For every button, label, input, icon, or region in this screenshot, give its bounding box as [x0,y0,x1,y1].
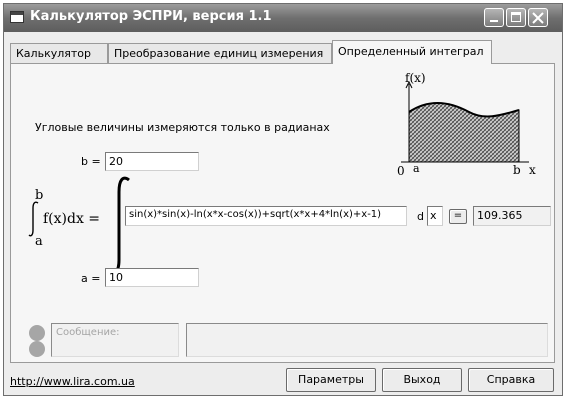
graph-b-mark: b [513,163,521,177]
help-button[interactable]: Справка [468,368,554,392]
graph-y-label: f(x) [405,71,426,85]
a-input[interactable]: 10 [105,268,199,287]
close-icon [532,12,544,24]
message-output-box [186,323,548,357]
graph-origin: 0 [397,164,405,178]
calculate-button[interactable]: = [449,209,467,224]
tab-definite-integral[interactable]: Определенный интеграл [332,40,492,64]
b-label: b = [81,155,101,168]
app-window: Калькулятор ЭСПРИ, версия 1.1 Калькулято… [3,3,563,396]
close-button[interactable] [528,8,548,27]
exit-button[interactable]: Выход [382,368,462,392]
shaded-area [408,102,520,163]
a-label: a = [81,272,101,285]
parameters-button[interactable]: Параметры [286,368,376,392]
graph-x-label: x [529,163,536,177]
tab-calculator[interactable]: Калькулятор [10,43,108,63]
website-link[interactable]: http://www.lira.com.ua [10,375,135,388]
integral-panel: Угловые величины измеряются только в рад… [10,63,555,363]
variable-input[interactable]: x [427,206,443,226]
minimize-button[interactable] [484,8,504,27]
minimize-icon [490,20,498,22]
radians-note: Угловые величины измеряются только в рад… [35,121,330,134]
status-led-bottom [29,341,45,357]
integral-lower-limit: a [35,234,43,249]
tab-unit-conversion[interactable]: Преобразование единиц измерения [108,43,332,63]
result-field: 109.365 [473,206,551,226]
small-integral-sign [28,201,39,237]
expression-input[interactable]: sin(x)*sin(x)-ln(x*x-cos(x))+sqrt(x*x+4*… [125,206,407,226]
integral-lhs: f(x)dx = [43,211,101,227]
maximize-button[interactable] [506,8,526,27]
b-input[interactable]: 20 [105,152,199,171]
status-led-top [29,325,45,341]
integral-graph: f(x) 0 a b x [397,71,536,178]
title-bar[interactable]: Калькулятор ЭСПРИ, версия 1.1 [4,4,562,32]
app-icon [10,11,24,23]
large-integral-sign [107,176,130,275]
graph-a-mark: a [413,162,420,175]
maximize-icon [511,12,521,22]
d-label: d [417,210,424,223]
message-label-box: Сообщение: [51,323,179,357]
window-title: Калькулятор ЭСПРИ, версия 1.1 [30,9,272,24]
